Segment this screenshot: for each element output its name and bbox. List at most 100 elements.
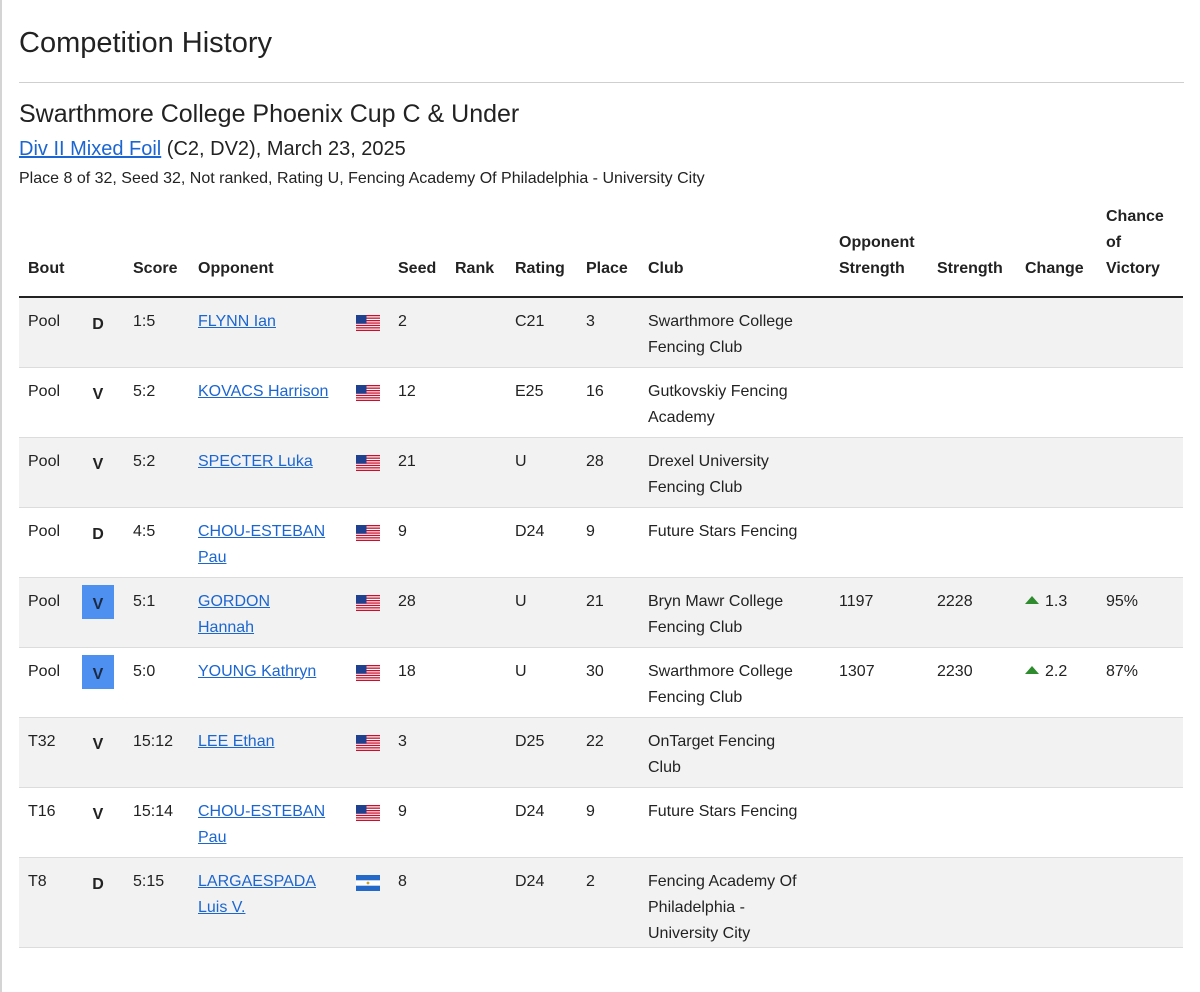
chance-of-victory-cell xyxy=(1106,717,1183,787)
change-cell xyxy=(1025,717,1106,787)
table-row: T32 V 15:12 LEE Ethan 3 D25 22 OnTarget Fencing… xyxy=(19,717,1183,787)
division-details: (C2, DV2), March 23, 2025 xyxy=(161,138,406,160)
opponent-link[interactable]: FLYNN Ian xyxy=(198,313,276,330)
change-cell xyxy=(1025,437,1106,507)
seed-cell: 2 xyxy=(398,313,407,330)
result-badge: D xyxy=(92,525,104,543)
change-value: 2.2 xyxy=(1045,662,1068,680)
col-chance-line1: Chance xyxy=(1106,208,1164,225)
rank-cell xyxy=(455,857,515,947)
table-row: Pool V 5:1 GORDON Hannah 28 U 21 Bryn Mawr Colle… xyxy=(19,577,1183,647)
opponent-name-line2: Hannah xyxy=(198,618,255,636)
col-opponent-strength-line1: Opponent xyxy=(839,234,915,251)
col-opponent-strength-line2: Strength xyxy=(839,260,905,277)
chance-of-victory-cell xyxy=(1106,297,1183,367)
flag-cell xyxy=(356,297,398,367)
rank-cell xyxy=(455,577,515,647)
col-flag xyxy=(356,204,398,297)
chance-of-victory-cell xyxy=(1106,857,1183,947)
club-line1: Gutkovskiy Fencing xyxy=(648,382,788,400)
us-flag-icon xyxy=(356,804,380,821)
us-flag-icon xyxy=(356,594,380,611)
result-cell: V xyxy=(82,647,133,717)
opponent-link[interactable]: CHOU-ESTEBAN Pau xyxy=(198,803,325,846)
strength-cell xyxy=(937,507,1025,577)
place-cell: 22 xyxy=(586,732,604,750)
club-cell: Swarthmore College Fencing Club xyxy=(648,297,839,367)
opponent-name-line1: LARGAESPADA xyxy=(198,872,316,890)
score-cell: 5:2 xyxy=(133,382,156,400)
rating-cell: U xyxy=(515,452,527,470)
opponent-cell: LEE Ethan xyxy=(198,717,356,787)
us-flag-icon xyxy=(356,314,380,331)
event-summary: Place 8 of 32, Seed 32, Not ranked, Rati… xyxy=(19,170,705,187)
score-cell: 5:2 xyxy=(133,452,156,470)
club-line2: Fencing Club xyxy=(648,339,743,356)
opponent-strength-cell xyxy=(839,367,937,437)
opponent-cell: KOVACS Harrison xyxy=(198,367,356,437)
seed-cell: 8 xyxy=(398,872,407,890)
result-cell: V xyxy=(82,717,133,787)
club-line1: Drexel University xyxy=(648,452,769,470)
col-rating: Rating xyxy=(515,260,565,277)
opponent-link[interactable]: CHOU-ESTEBAN Pau xyxy=(198,523,325,566)
place-cell: 30 xyxy=(586,662,604,680)
opponent-name-line1: FLYNN Ian xyxy=(198,313,276,330)
arrow-up-icon xyxy=(1025,595,1039,604)
flag-cell xyxy=(356,507,398,577)
opponent-cell: LARGAESPADA Luis V. xyxy=(198,857,356,947)
opponent-link[interactable]: LARGAESPADA Luis V. xyxy=(198,873,316,916)
opponent-link[interactable]: GORDON Hannah xyxy=(198,593,270,636)
result-cell: V xyxy=(82,367,133,437)
division-link[interactable]: Div II Mixed Foil xyxy=(19,138,161,160)
opponent-link[interactable]: YOUNG Kathryn xyxy=(198,663,316,680)
opponent-link[interactable]: SPECTER Luka xyxy=(198,453,313,470)
bout-cell: Pool xyxy=(28,592,61,610)
result-badge: V xyxy=(82,584,114,619)
event-title: Swarthmore College Phoenix Cup C & Under xyxy=(19,100,520,128)
rating-cell: E25 xyxy=(515,382,544,400)
col-club: Club xyxy=(648,260,684,277)
us-flag-icon xyxy=(356,664,380,681)
strength-cell: 2228 xyxy=(937,592,973,610)
bout-cell: Pool xyxy=(28,662,61,680)
opponent-link[interactable]: KOVACS Harrison xyxy=(198,383,328,400)
bout-cell: Pool xyxy=(28,382,61,400)
opponent-strength-cell: 1197 xyxy=(839,592,874,610)
rating-cell: U xyxy=(515,662,527,680)
place-cell: 28 xyxy=(586,452,604,470)
chance-of-victory-cell: 95% xyxy=(1106,592,1139,610)
place-cell: 2 xyxy=(586,872,595,890)
chance-of-victory-cell xyxy=(1106,507,1183,577)
opponent-cell: CHOU-ESTEBAN Pau xyxy=(198,787,356,857)
flag-cell xyxy=(356,437,398,507)
flag-cell xyxy=(356,647,398,717)
us-flag-icon xyxy=(356,524,380,541)
col-rank: Rank xyxy=(455,260,495,277)
rating-cell: D25 xyxy=(515,732,545,750)
opponent-name-line2: Pau xyxy=(198,548,227,566)
col-chance-line2: of xyxy=(1106,234,1122,251)
result-cell: V xyxy=(82,787,133,857)
opponent-strength-cell xyxy=(839,717,937,787)
club-line2: Philadelphia - xyxy=(648,898,745,916)
rank-cell xyxy=(455,437,515,507)
strength-cell xyxy=(937,367,1025,437)
rating-cell: D24 xyxy=(515,522,545,540)
club-line1: Swarthmore College xyxy=(648,313,793,330)
opponent-link[interactable]: LEE Ethan xyxy=(198,733,275,750)
score-cell: 15:14 xyxy=(133,802,174,820)
col-strength: Strength xyxy=(937,260,1003,277)
opponent-name-line2: Pau xyxy=(198,828,227,846)
seed-cell: 12 xyxy=(398,382,416,400)
club-cell: Fencing Academy Of Philadelphia - Universi… xyxy=(648,857,839,947)
col-place: Place xyxy=(586,260,628,277)
us-flag-icon xyxy=(356,384,380,401)
club-cell: Drexel University Fencing Club xyxy=(648,437,839,507)
opponent-strength-cell xyxy=(839,297,937,367)
rank-cell xyxy=(455,507,515,577)
chance-of-victory-cell xyxy=(1106,787,1183,857)
bout-cell: Pool xyxy=(28,522,61,540)
opponent-cell: FLYNN Ian xyxy=(198,297,356,367)
table-header-row: Bout Score Opponent Seed Rank Rating Pla… xyxy=(19,204,1183,297)
